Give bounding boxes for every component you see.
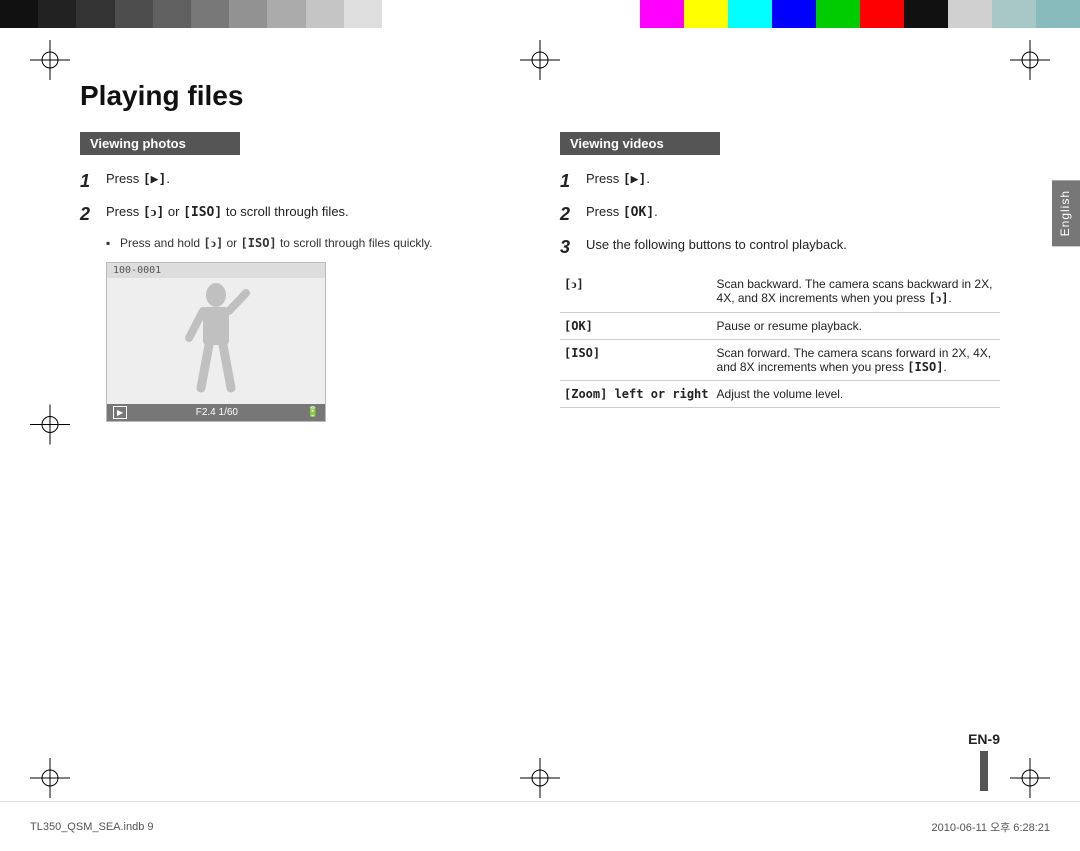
reg-mark-br [1010, 758, 1050, 801]
step-2-videos-text: Press [OK]. [586, 202, 658, 223]
swatch-lgray [948, 0, 992, 28]
page-title: Playing files [80, 80, 1000, 112]
swatch [344, 0, 382, 28]
color-bar [0, 0, 1080, 28]
step-2-videos-num: 2 [560, 202, 582, 227]
sidebar-language-label: English [1052, 180, 1080, 246]
swatch [76, 0, 114, 28]
key-cell: [Zoom] left or right [560, 380, 713, 407]
viewing-videos-section: Viewing videos 1 Press [▶]. 2 Press [OK]… [560, 132, 1000, 422]
swatch [0, 0, 38, 28]
reg-mark-tc [520, 40, 560, 83]
photos-sub-text: Press and hold [ↄ] or [ISO] to scroll th… [120, 235, 432, 252]
step-1-videos-text: Press [▶]. [586, 169, 650, 190]
footer-right-text: 2010-06-11 오후 6:28:21 [931, 819, 1050, 835]
table-row: [OK] Pause or resume playback. [560, 312, 1000, 339]
play-icon: ▶ [113, 406, 127, 419]
step-3-videos-text: Use the following buttons to control pla… [586, 235, 847, 255]
viewing-videos-header: Viewing videos [560, 132, 720, 155]
viewing-photos-header: Viewing photos [80, 132, 240, 155]
reg-mark-bl [30, 758, 70, 801]
page-number-area: EN-9 [968, 731, 1000, 791]
step-2-photos: 2 Press [ↄ] or [ISO] to scroll through f… [80, 202, 520, 227]
swatch-lteal [992, 0, 1036, 28]
swatch-red [860, 0, 904, 28]
desc-cell: Adjust the volume level. [713, 380, 1000, 407]
person-silhouette [181, 283, 251, 393]
reg-mark-tr [1010, 40, 1050, 83]
step-1-photos-text: Press [▶]. [106, 169, 170, 190]
step-1-photos: 1 Press [▶]. [80, 169, 520, 194]
table-row: [Zoom] left or right Adjust the volume l… [560, 380, 1000, 407]
swatch-teal [1036, 0, 1080, 28]
controls-table: [ↄ] Scan backward. The camera scans back… [560, 271, 1000, 408]
camera-info-text: F2.4 1/60 [196, 407, 238, 418]
camera-bottom-bar: ▶ F2.4 1/60 🔋 [107, 404, 325, 421]
swatch [153, 0, 191, 28]
step-2-photos-text: Press [ↄ] or [ISO] to scroll through fil… [106, 202, 349, 223]
swatch [191, 0, 229, 28]
swatch-black [904, 0, 948, 28]
bullet-icon: ▪ [106, 235, 116, 252]
swatch-green [816, 0, 860, 28]
step-1-videos-num: 1 [560, 169, 582, 194]
swatch [267, 0, 305, 28]
key-cell: [OK] [560, 312, 713, 339]
swatch [229, 0, 267, 28]
step-2-photos-num: 2 [80, 202, 102, 227]
reg-mark-ml [30, 404, 70, 447]
key-cell: [ↄ] [560, 271, 713, 313]
swatch [382, 0, 420, 28]
content-columns: Viewing photos 1 Press [▶]. 2 Press [ↄ] … [80, 132, 1000, 422]
swatch [38, 0, 76, 28]
color-bar-right [640, 0, 1080, 28]
footer: TL350_QSM_SEA.indb 9 2010-06-11 오후 6:28:… [0, 801, 1080, 851]
camera-preview-image: 100-0001 [106, 262, 326, 422]
step-3-videos-num: 3 [560, 235, 582, 260]
camera-figure [107, 278, 325, 398]
swatch-blue [772, 0, 816, 28]
swatch-yellow [684, 0, 728, 28]
step-1-videos: 1 Press [▶]. [560, 169, 1000, 194]
camera-folder-label: 100-0001 [107, 263, 325, 278]
step-2-videos: 2 Press [OK]. [560, 202, 1000, 227]
page-number-bar [980, 751, 988, 791]
main-content: Playing files Viewing photos 1 Press [▶]… [80, 80, 1000, 791]
battery-icon: 🔋 [307, 407, 319, 418]
footer-left-text: TL350_QSM_SEA.indb 9 [30, 821, 154, 833]
swatch [115, 0, 153, 28]
swatch-magenta [640, 0, 684, 28]
desc-cell: Scan forward. The camera scans forward i… [713, 339, 1000, 380]
reg-mark-tl [30, 40, 70, 83]
table-row: [ISO] Scan forward. The camera scans for… [560, 339, 1000, 380]
photos-sub-bullet: ▪ Press and hold [ↄ] or [ISO] to scroll … [106, 235, 520, 252]
key-cell: [ISO] [560, 339, 713, 380]
step-1-photos-num: 1 [80, 169, 102, 194]
swatch [306, 0, 344, 28]
page-number: EN-9 [968, 731, 1000, 747]
viewing-photos-section: Viewing photos 1 Press [▶]. 2 Press [ↄ] … [80, 132, 520, 422]
color-bar-left [0, 0, 420, 28]
desc-cell: Pause or resume playback. [713, 312, 1000, 339]
swatch-cyan [728, 0, 772, 28]
table-row: [ↄ] Scan backward. The camera scans back… [560, 271, 1000, 313]
step-3-videos: 3 Use the following buttons to control p… [560, 235, 1000, 261]
desc-cell: Scan backward. The camera scans backward… [713, 271, 1000, 313]
